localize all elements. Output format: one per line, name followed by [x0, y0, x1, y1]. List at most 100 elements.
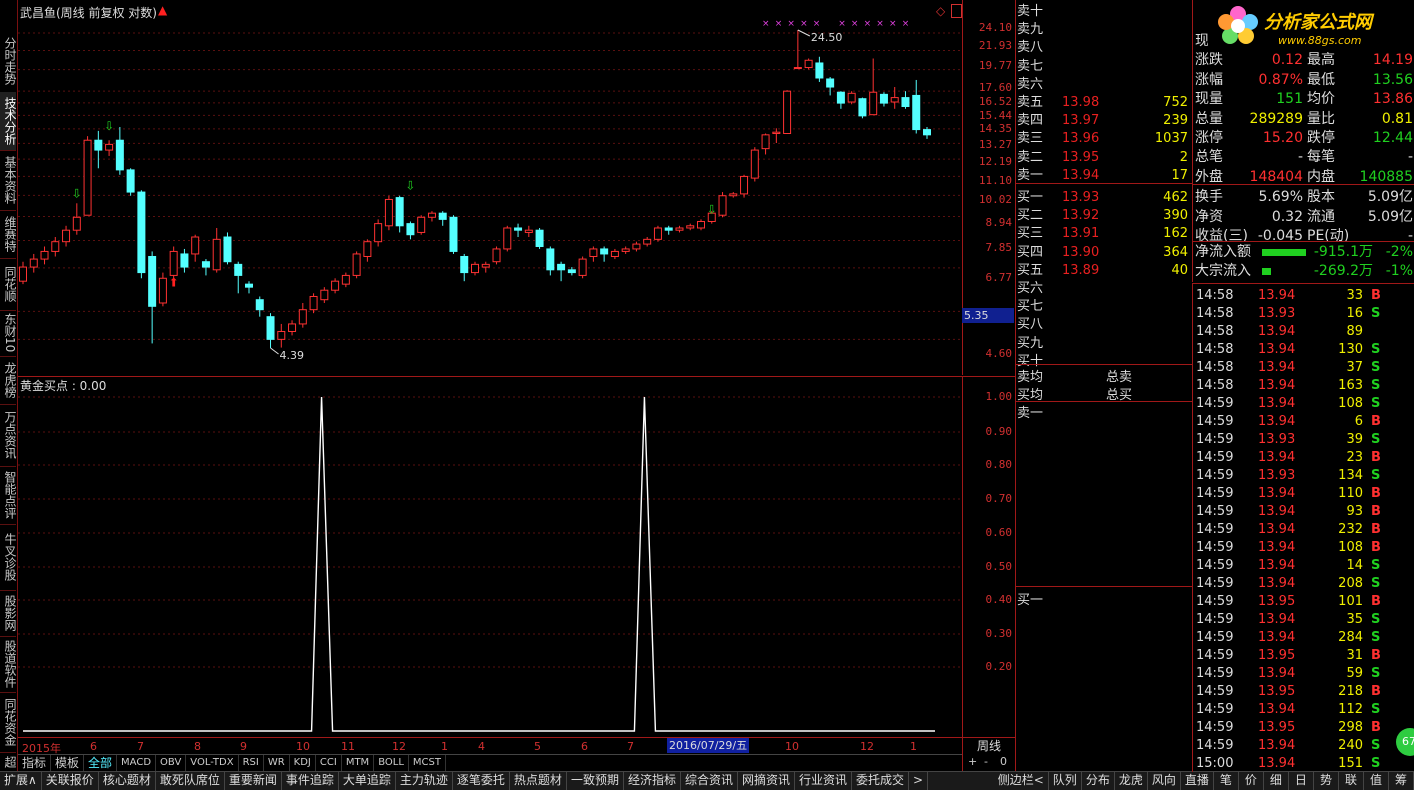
indicator-chart[interactable] — [18, 376, 962, 737]
bottom-tab-25[interactable]: 细 — [1264, 772, 1289, 790]
left-tab-2[interactable]: 基本资料 — [0, 150, 17, 211]
indicator-nav-1[interactable]: - — [984, 755, 988, 768]
bottom-tab-22[interactable]: 直播 — [1181, 772, 1214, 790]
left-tab-4[interactable]: 同花顺 — [0, 258, 17, 311]
bottom-tab-9[interactable]: 热点题材 — [510, 772, 567, 790]
tick-side: B — [1371, 540, 1381, 555]
bottom-tab-15[interactable]: 委托成交 — [852, 772, 910, 790]
stat-value: 151 — [1276, 91, 1303, 108]
indicator-tab-9[interactable]: CCI — [316, 755, 342, 772]
bottom-tab-24[interactable]: 价 — [1239, 772, 1264, 790]
logo: 分析家公式网 www.88gs.com — [1208, 2, 1414, 52]
bottom-tab-7[interactable]: 主力轨迹 — [396, 772, 453, 790]
indicator-nav-2[interactable]: 0 — [1000, 755, 1007, 768]
tick-volume: 134 — [1338, 468, 1363, 483]
bottom-tab-13[interactable]: 网摘资讯 — [738, 772, 795, 790]
stats-divider — [1193, 184, 1414, 185]
cross-mark: × — [876, 19, 884, 29]
bottom-tab-8[interactable]: 逐笔委托 — [453, 772, 510, 790]
bottom-tab-10[interactable]: 一致预期 — [567, 772, 624, 790]
stat-row: 涨停 15.20 跌停 12.44 — [1193, 129, 1414, 148]
left-tab-13[interactable]: 超 — [0, 752, 17, 772]
bottom-tab-14[interactable]: 行业资讯 — [795, 772, 853, 790]
bottom-tab-26[interactable]: 日 — [1289, 772, 1314, 790]
indicator-nav: + -0 — [962, 754, 1015, 771]
tick-row: 14:58 13.94 89 — [1193, 323, 1414, 341]
book-row: 买六 — [1016, 280, 1192, 298]
tick-price: 13.94 — [1258, 486, 1296, 501]
tick-time: 14:59 — [1196, 450, 1234, 465]
bottom-tab-11[interactable]: 经济指标 — [624, 772, 681, 790]
candle-body — [384, 198, 393, 227]
left-tab-1[interactable]: 技术分析 — [0, 92, 17, 151]
period-label[interactable]: 周线 — [962, 737, 1015, 755]
bottom-tab-2[interactable]: 核心题材 — [99, 772, 156, 790]
indicator-tab-2[interactable]: 全部 — [84, 755, 118, 772]
bottom-tab-1[interactable]: 关联报价 — [42, 772, 99, 790]
stat-value: 5.69% — [1258, 189, 1303, 206]
indicator-tab-11[interactable]: BOLL — [374, 755, 409, 772]
tick-row: 14:59 13.94 108 S — [1193, 395, 1414, 413]
bottom-tab-5[interactable]: 事件追踪 — [282, 772, 339, 790]
bottom-tab-4[interactable]: 重要新闻 — [225, 772, 282, 790]
diamond-icon[interactable]: ◇ — [936, 4, 945, 18]
indicator-tab-5[interactable]: VOL-TDX — [186, 755, 239, 772]
indicator-tab-6[interactable]: RSI — [239, 755, 264, 772]
tick-side: B — [1371, 720, 1381, 735]
left-tab-10[interactable]: 股影网 — [0, 590, 17, 637]
book-label: 卖二 — [1017, 149, 1044, 165]
indicator-title: 黄金买点 : 0.00 — [20, 379, 107, 393]
indicator-tab-3[interactable]: MACD — [117, 755, 157, 772]
left-tab-3[interactable]: 维赛特 — [0, 210, 17, 259]
indicator-tab-12[interactable]: MCST — [409, 755, 446, 772]
bottom-tab-27[interactable]: 势 — [1314, 772, 1339, 790]
tick-price: 13.94 — [1258, 756, 1296, 771]
left-tab-6[interactable]: 龙虎榜 — [0, 356, 17, 405]
indicator-tab-4[interactable]: OBV — [156, 755, 187, 772]
bottom-tab-0[interactable]: 扩展∧ — [0, 772, 42, 790]
flow-pct: -2% — [1385, 244, 1413, 260]
left-tab-5[interactable]: 东财10 — [0, 310, 17, 357]
candle-body — [72, 216, 81, 231]
left-tab-8[interactable]: 智能点评 — [0, 466, 17, 525]
indicator-tab-8[interactable]: KDJ — [290, 755, 316, 772]
bottom-tab-16[interactable]: > — [909, 772, 929, 790]
price-axis-label: 6.77 — [985, 271, 1013, 284]
tick-price: 13.94 — [1258, 504, 1296, 519]
bottom-tab-17[interactable]: 侧边栏< — [994, 772, 1049, 790]
restore-box-icon[interactable] — [951, 4, 962, 18]
tick-side: S — [1371, 378, 1381, 393]
tick-side: B — [1371, 414, 1381, 429]
left-tab-12[interactable]: 同花资金 — [0, 692, 17, 753]
indicator-tab-0[interactable]: 指标 — [18, 755, 52, 772]
kline-chart[interactable]: 24.50 4.39 ⇩ ⇩ ⇩ ⇩ ⬆ × × × × × × × × × × × — [18, 0, 962, 375]
tick-time: 14:59 — [1196, 612, 1234, 627]
book-row: 卖二 13.95 2 — [1016, 149, 1192, 167]
candle-body — [105, 143, 114, 151]
indicator-tab-10[interactable]: MTM — [342, 755, 375, 772]
bottom-tab-23[interactable]: 笔 — [1214, 772, 1239, 790]
candle-body — [901, 97, 910, 108]
tick-row: 14:59 13.94 59 S — [1193, 665, 1414, 683]
bottom-tab-19[interactable]: 分布 — [1082, 772, 1115, 790]
bottom-tab-21[interactable]: 风向 — [1148, 772, 1181, 790]
bottom-tab-29[interactable]: 值 — [1364, 772, 1389, 790]
bottom-tab-20[interactable]: 龙虎 — [1115, 772, 1148, 790]
left-tab-11[interactable]: 股道软件 — [0, 636, 17, 693]
left-tab-0[interactable]: 分时走势 — [0, 30, 17, 93]
bottom-tab-18[interactable]: 队列 — [1049, 772, 1082, 790]
bottom-tab-30[interactable]: 筹 — [1389, 772, 1414, 790]
indicator-nav-0[interactable]: + — [968, 755, 977, 768]
tick-time: 14:59 — [1196, 522, 1234, 537]
bottom-tab-12[interactable]: 综合资讯 — [681, 772, 738, 790]
price-axis-label: 14.35 — [978, 122, 1012, 135]
bottom-tab-3[interactable]: 敢死队席位 — [156, 772, 225, 790]
date-label: 12 — [392, 740, 406, 753]
left-tab-9[interactable]: 牛叉诊股 — [0, 524, 17, 591]
tick-price: 13.94 — [1258, 288, 1296, 303]
indicator-tab-1[interactable]: 模板 — [51, 755, 85, 772]
bottom-tab-6[interactable]: 大单追踪 — [339, 772, 396, 790]
indicator-tab-7[interactable]: WR — [264, 755, 290, 772]
bottom-tab-28[interactable]: 联 — [1339, 772, 1364, 790]
left-tab-7[interactable]: 万点资讯 — [0, 404, 17, 467]
